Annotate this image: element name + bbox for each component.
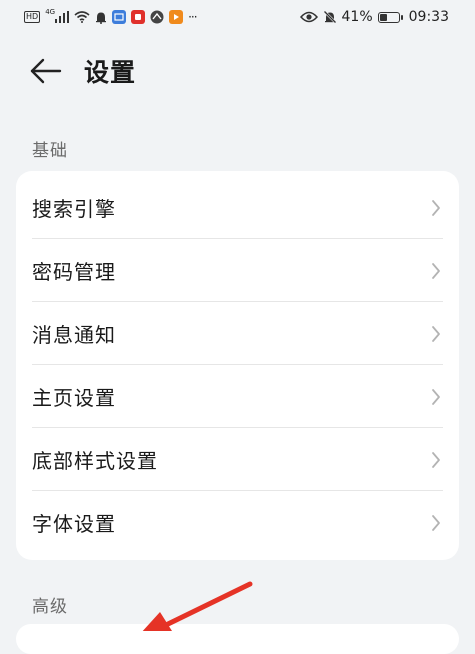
battery-level <box>379 13 387 21</box>
battery-percent: 41% <box>341 9 373 25</box>
network-type-label: 4G <box>45 8 56 16</box>
advanced-settings-card <box>16 624 459 654</box>
settings-item-label: 主页设置 <box>32 386 116 410</box>
section-label-basic: 基础 <box>32 141 68 161</box>
page-header: 设置 <box>0 50 475 92</box>
notification-bell-icon <box>95 11 107 24</box>
battery-icon <box>377 11 403 23</box>
back-arrow-icon[interactable] <box>30 58 62 84</box>
browser-app-icon <box>150 10 164 24</box>
settings-item-label: 搜索引擎 <box>32 197 116 221</box>
page-title: 设置 <box>84 58 137 87</box>
chevron-right-icon <box>432 199 440 216</box>
settings-item-label: 字体设置 <box>32 512 116 536</box>
chevron-right-icon <box>432 514 440 531</box>
red-app-icon <box>131 10 146 24</box>
settings-item-notifications[interactable]: 消息通知 <box>16 302 459 365</box>
status-bar: HD 4G ··· 41% 09:33 <box>0 0 475 34</box>
settings-item-label: 底部样式设置 <box>32 449 158 473</box>
app-badge-icon <box>112 10 127 24</box>
clock: 09:33 <box>408 9 449 25</box>
section-label-advanced: 高级 <box>32 597 68 617</box>
wifi-icon <box>74 11 90 23</box>
settings-item-label: 密码管理 <box>32 260 116 284</box>
status-bar-right: 41% 09:33 <box>299 9 449 25</box>
chevron-right-icon <box>432 388 440 405</box>
settings-item-password-management[interactable]: 密码管理 <box>16 239 459 302</box>
hd-icon: HD <box>24 11 41 23</box>
settings-item-label: 消息通知 <box>32 323 116 347</box>
mute-bell-icon <box>323 10 337 24</box>
settings-item-homepage[interactable]: 主页设置 <box>16 365 459 428</box>
settings-item-font[interactable]: 字体设置 <box>16 491 459 554</box>
chevron-right-icon <box>432 325 440 342</box>
eye-icon <box>299 11 318 23</box>
settings-item-bottom-style[interactable]: 底部样式设置 <box>16 428 459 491</box>
settings-item-search-engine[interactable]: 搜索引擎 <box>16 176 459 239</box>
signal-4g-icon: 4G <box>45 8 70 23</box>
chevron-right-icon <box>432 451 440 468</box>
more-dots-icon: ··· <box>188 10 198 24</box>
basic-settings-card: 搜索引擎 密码管理 消息通知 主页设置 底部样式设置 字体设置 <box>16 171 459 560</box>
status-bar-left: HD 4G ··· <box>24 8 198 24</box>
orange-play-icon <box>169 10 184 24</box>
chevron-right-icon <box>432 262 440 279</box>
